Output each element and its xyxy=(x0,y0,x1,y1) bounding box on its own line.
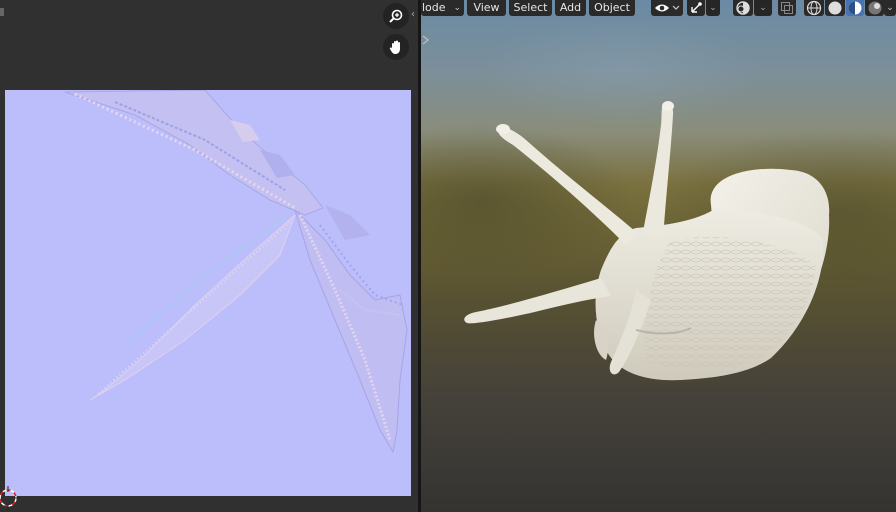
chevron-down-icon[interactable]: ⌄ xyxy=(884,0,896,16)
chevron-down-icon[interactable]: ⌄ xyxy=(754,0,772,16)
wireframe-shading-icon[interactable] xyxy=(804,0,824,16)
menu-view[interactable]: View xyxy=(467,0,506,16)
normal-map-texture xyxy=(5,90,411,496)
xray-icon[interactable] xyxy=(778,0,796,16)
visibility-eye-icon[interactable] xyxy=(651,0,683,16)
mode-label: lode xyxy=(422,1,446,14)
region-expand-arrow[interactable] xyxy=(0,8,4,16)
2d-cursor-icon xyxy=(0,486,20,510)
chevron-down-icon: ⌄ xyxy=(453,3,461,13)
menu-object[interactable]: Object xyxy=(589,0,635,16)
chevron-down-icon[interactable]: ⌄ xyxy=(706,0,720,16)
solid-shading-icon[interactable] xyxy=(825,0,845,16)
menu-select[interactable]: Select xyxy=(509,0,552,16)
gizmo-icon[interactable] xyxy=(687,0,705,16)
sidebar-toggle-icon[interactable] xyxy=(421,34,431,46)
rendered-shading-icon[interactable] xyxy=(865,0,884,16)
viewport-header: lode ⌄ View Select Add Object ⌄ ⌄ ⌄ xyxy=(421,0,896,18)
snail-model[interactable] xyxy=(421,0,896,512)
hand-pan-icon[interactable] xyxy=(383,34,409,60)
material-shading-icon[interactable] xyxy=(846,0,864,16)
collapse-arrow-icon[interactable]: ‹ xyxy=(411,9,418,21)
mode-select[interactable]: lode ⌄ xyxy=(421,0,464,16)
image-editor[interactable]: ‹ xyxy=(0,0,418,512)
overlay-icon[interactable] xyxy=(733,0,753,16)
menu-add[interactable]: Add xyxy=(555,0,586,16)
zoom-icon[interactable] xyxy=(383,3,409,29)
3d-viewport[interactable] xyxy=(421,0,896,512)
